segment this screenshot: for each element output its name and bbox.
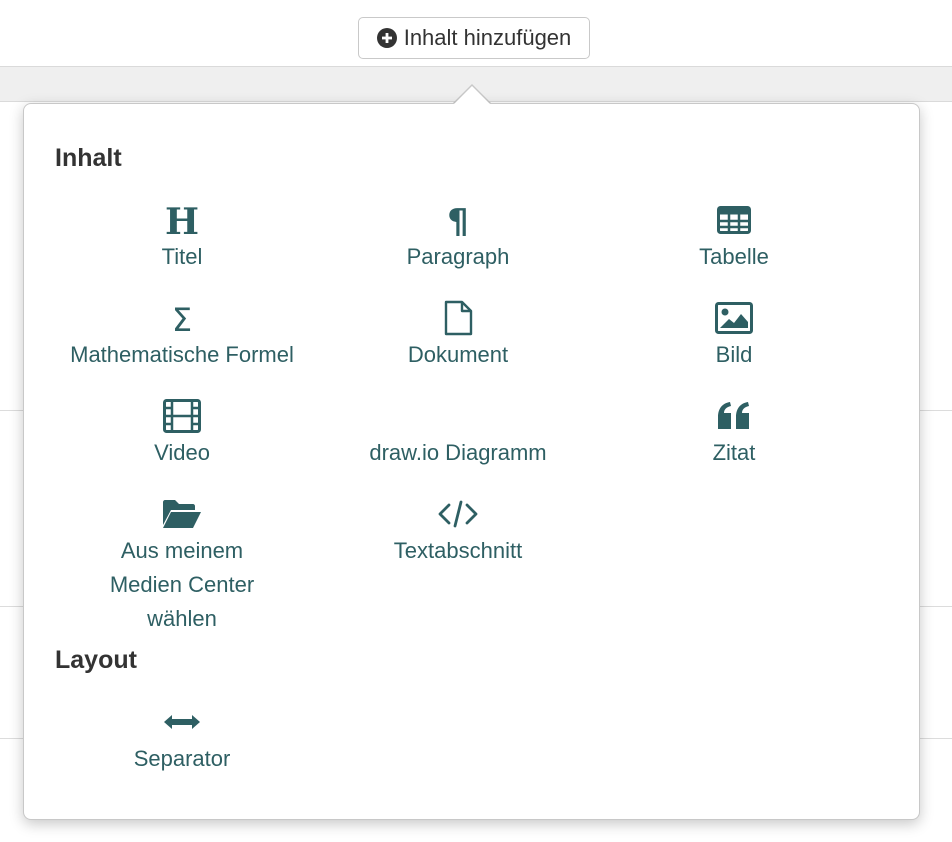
plus-circle-icon xyxy=(376,28,397,48)
item-bild[interactable]: Bild xyxy=(596,298,872,372)
item-label: Zitat xyxy=(712,440,756,465)
svg-text:¶: ¶ xyxy=(447,202,469,238)
item-titel[interactable]: H Titel xyxy=(44,200,320,274)
page: Contact Form Inhalt hinzufügen Inhalt H … xyxy=(0,0,952,842)
section-title-layout: Layout xyxy=(55,646,137,674)
add-content-popover: Inhalt H Titel ¶ Paragraph Tabelle Σ Mat… xyxy=(23,103,920,820)
item-tabelle[interactable]: Tabelle xyxy=(596,200,872,274)
heading-icon: H xyxy=(44,200,320,240)
image-icon xyxy=(596,298,872,338)
item-label: Paragraph xyxy=(406,244,510,269)
item-paragraph[interactable]: ¶ Paragraph xyxy=(320,200,596,274)
svg-text:Σ: Σ xyxy=(172,301,192,335)
item-label: draw.io Diagramm xyxy=(369,440,547,465)
item-label: Dokument xyxy=(407,342,509,367)
item-mathematische-formel[interactable]: Σ Mathematische Formel xyxy=(44,298,320,372)
item-label: Aus meinem Medien Center wählen xyxy=(109,538,255,631)
quote-icon xyxy=(596,396,872,436)
paragraph-icon: ¶ xyxy=(320,200,596,240)
item-label: Separator xyxy=(133,746,231,771)
add-content-button[interactable]: Inhalt hinzufügen xyxy=(358,17,590,59)
item-dokument[interactable]: Dokument xyxy=(320,298,596,372)
item-label: Titel xyxy=(161,244,203,269)
item-label: Tabelle xyxy=(699,244,769,269)
item-label: Mathematische Formel xyxy=(70,342,294,367)
item-label: Video xyxy=(154,440,210,465)
film-icon xyxy=(44,396,320,436)
sigma-icon: Σ xyxy=(44,298,320,338)
folder-open-icon xyxy=(44,494,320,534)
item-zitat[interactable]: Zitat xyxy=(596,396,872,470)
add-content-label: Inhalt hinzufügen xyxy=(403,25,572,50)
item-label: Textabschnitt xyxy=(393,538,523,563)
horizontal-arrows-icon xyxy=(44,702,320,742)
item-medien-center[interactable]: Aus meinem Medien Center wählen xyxy=(44,494,320,636)
section-title-inhalt: Inhalt xyxy=(55,144,122,172)
item-textabschnitt[interactable]: Textabschnitt xyxy=(320,494,596,568)
item-video[interactable]: Video xyxy=(44,396,320,470)
table-icon xyxy=(596,200,872,240)
diagram-icon-placeholder xyxy=(320,396,596,436)
item-label: Bild xyxy=(715,342,753,367)
file-icon xyxy=(320,298,596,338)
item-separator[interactable]: Separator xyxy=(44,702,320,776)
item-drawio-diagramm[interactable]: draw.io Diagramm xyxy=(320,396,596,470)
svg-text:H: H xyxy=(165,202,199,238)
popover-caret xyxy=(453,86,491,105)
code-icon xyxy=(320,494,596,534)
